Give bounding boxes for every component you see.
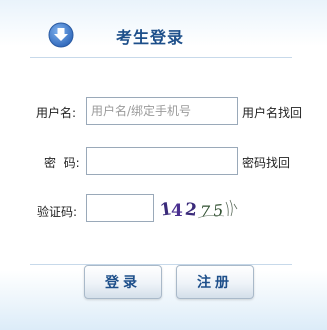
username-recover-link[interactable]: 用户名找回 — [242, 104, 302, 121]
header-divider — [30, 57, 292, 58]
footer-divider — [30, 264, 292, 265]
username-label: 用户名: — [36, 106, 77, 120]
password-input[interactable] — [86, 147, 238, 175]
svg-text:4: 4 — [171, 201, 183, 221]
svg-text:5: 5 — [212, 201, 224, 221]
captcha-input[interactable] — [86, 194, 154, 222]
username-input[interactable] — [86, 97, 238, 125]
svg-text:2: 2 — [184, 200, 198, 221]
down-arrow-circle-icon — [48, 22, 74, 48]
password-label: 密 码: — [44, 156, 80, 170]
page-title: 考生登录 — [116, 28, 185, 47]
login-header: 考生登录 — [0, 0, 327, 58]
captcha-image[interactable]: 1 4 2 7 5 — [158, 196, 240, 222]
captcha-label: 验证码: — [37, 205, 78, 219]
svg-text:7: 7 — [200, 202, 211, 221]
register-button[interactable]: 注册 — [176, 265, 254, 299]
password-recover-link[interactable]: 密码找回 — [242, 154, 290, 171]
login-button[interactable]: 登录 — [84, 265, 162, 299]
